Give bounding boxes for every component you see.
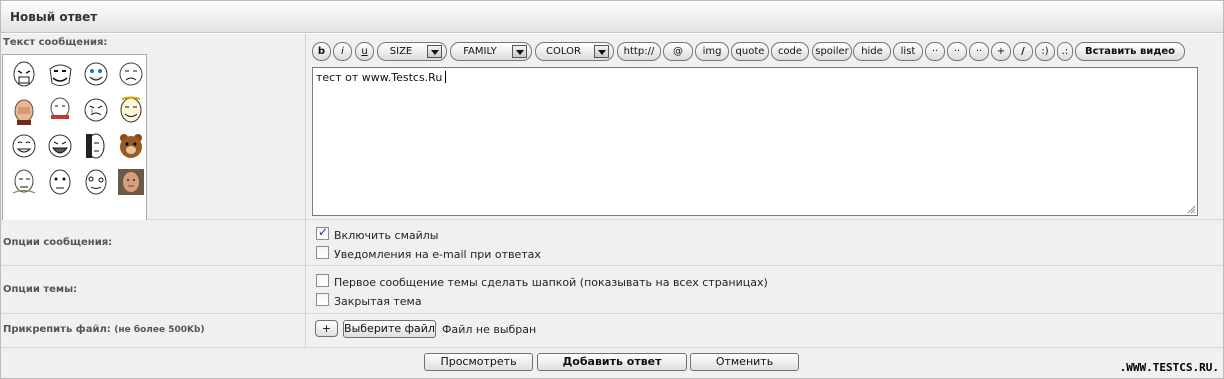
troll-face-icon[interactable]: [45, 59, 75, 89]
message-row: Текст сообщения: b i u SIZE FAMILY COLOR…: [1, 34, 1223, 229]
attach-size-note: (не более 500Kb): [114, 325, 205, 335]
size-select[interactable]: SIZE: [377, 42, 447, 61]
laugh-face-icon[interactable]: [45, 131, 75, 161]
fuck-yea-icon[interactable]: [45, 95, 75, 125]
pin-first-post-label[interactable]: Первое сообщение темы сделать шапкой (по…: [334, 276, 768, 289]
spoiler-button[interactable]: spoiler: [812, 42, 852, 61]
color-select[interactable]: COLOR: [535, 42, 614, 61]
cancel-button[interactable]: Отменить: [690, 353, 799, 371]
message-label: Текст сообщения:: [3, 37, 108, 48]
family-select[interactable]: FAMILY: [450, 42, 532, 61]
message-options-cell: Включить смайлы Уведомления на e-mail пр…: [306, 220, 1223, 265]
happy-face-icon[interactable]: [81, 59, 111, 89]
preview-button[interactable]: Просмотреть: [424, 353, 533, 371]
align-right-button[interactable]: ··: [969, 42, 989, 61]
sad-face-icon[interactable]: [116, 59, 146, 89]
email-notify-label[interactable]: Уведомления на e-mail при ответах: [334, 248, 541, 261]
text-caret: [445, 71, 447, 83]
derp-face-icon[interactable]: [81, 167, 111, 197]
enable-smileys-checkbox[interactable]: [316, 225, 329, 240]
smiley-panel: [2, 54, 147, 229]
attach-label: Прикрепить файл: (не более 500Kb): [3, 324, 205, 335]
size-select-label: SIZE: [389, 46, 413, 57]
closed-topic-checkbox[interactable]: [316, 293, 329, 306]
slash-button[interactable]: /: [1013, 42, 1033, 61]
photo-face-icon[interactable]: [116, 167, 146, 197]
img-button[interactable]: img: [695, 42, 729, 61]
form-header: Новый ответ: [1, 1, 1223, 33]
message-textarea[interactable]: тест от www.Testcs.Ru: [312, 67, 1198, 216]
message-options-label-cell: Опции сообщения:: [1, 220, 306, 265]
topic-options-label-cell: Опции темы:: [1, 266, 306, 313]
cry-face-icon[interactable]: [81, 95, 111, 125]
align-center-button[interactable]: ··: [947, 42, 967, 61]
choose-file-button[interactable]: Выберите файл: [343, 320, 436, 338]
closed-topic-label[interactable]: Закрытая тема: [334, 295, 422, 308]
email-button[interactable]: @: [663, 42, 693, 61]
pin-first-post-checkbox[interactable]: [316, 274, 329, 287]
watermark: .WWW.TESTCS.RU.: [1119, 361, 1219, 374]
resize-grip-icon[interactable]: [1187, 205, 1196, 214]
lol-face-icon[interactable]: [9, 131, 39, 161]
hide-button[interactable]: hide: [853, 42, 891, 61]
attach-cell: + Выберите файл Файл не выбран: [306, 314, 1223, 347]
quote-button[interactable]: quote: [731, 42, 769, 61]
dark-face-icon[interactable]: [81, 131, 111, 161]
message-options-label: Опции сообщения:: [3, 237, 113, 248]
facepalm-icon[interactable]: [9, 95, 39, 125]
attach-label-cell: Прикрепить файл: (не более 500Kb): [1, 314, 306, 347]
message-editor-cell: b i u SIZE FAMILY COLOR http:// @ img qu…: [306, 34, 1223, 219]
form-footer: Просмотреть Добавить ответ Отменить: [1, 348, 1223, 378]
pedobear-icon[interactable]: [116, 131, 146, 161]
align-left-button[interactable]: ··: [925, 42, 945, 61]
neutral-face-icon[interactable]: [45, 167, 75, 197]
rage-face-icon[interactable]: [9, 59, 39, 89]
topic-options-label: Опции темы:: [3, 284, 78, 295]
dots-button[interactable]: .:: [1057, 42, 1073, 61]
code-button[interactable]: code: [771, 42, 809, 61]
enable-smileys-label[interactable]: Включить смайлы: [334, 229, 438, 242]
message-label-cell: Текст сообщения:: [1, 34, 306, 229]
email-notify-checkbox[interactable]: [316, 246, 329, 259]
attach-row: Прикрепить файл: (не более 500Kb) + Выбе…: [1, 314, 1223, 348]
reply-form: Новый ответ Текст сообщения: b i u SIZE …: [0, 0, 1224, 379]
list-button[interactable]: list: [893, 42, 923, 61]
message-text: тест от www.Testcs.Ru: [316, 71, 443, 84]
yao-ming-icon[interactable]: [116, 95, 146, 125]
chevron-down-icon: [594, 45, 609, 58]
plus-button[interactable]: +: [991, 42, 1011, 61]
message-options-row: Опции сообщения: Включить смайлы Уведомл…: [1, 220, 1223, 266]
url-button[interactable]: http://: [617, 42, 661, 61]
insert-video-button[interactable]: Вставить видео: [1075, 42, 1185, 61]
form-title: Новый ответ: [10, 10, 98, 24]
forever-alone-icon[interactable]: [9, 167, 39, 197]
chevron-down-icon: [512, 45, 527, 58]
topic-options-row: Опции темы: Первое сообщение темы сделат…: [1, 266, 1223, 314]
bold-button[interactable]: b: [312, 42, 331, 61]
topic-options-cell: Первое сообщение темы сделать шапкой (по…: [306, 266, 1223, 313]
color-select-label: COLOR: [546, 46, 581, 57]
family-select-label: FAMILY: [463, 46, 497, 57]
underline-button[interactable]: u: [355, 42, 374, 61]
chevron-down-icon: [427, 45, 442, 58]
submit-reply-button[interactable]: Добавить ответ: [537, 353, 687, 371]
file-status: Файл не выбран: [442, 323, 537, 336]
smile-button[interactable]: :): [1035, 42, 1055, 61]
add-file-button[interactable]: +: [315, 320, 338, 337]
attach-label-text: Прикрепить файл:: [3, 324, 111, 335]
italic-button[interactable]: i: [333, 42, 352, 61]
